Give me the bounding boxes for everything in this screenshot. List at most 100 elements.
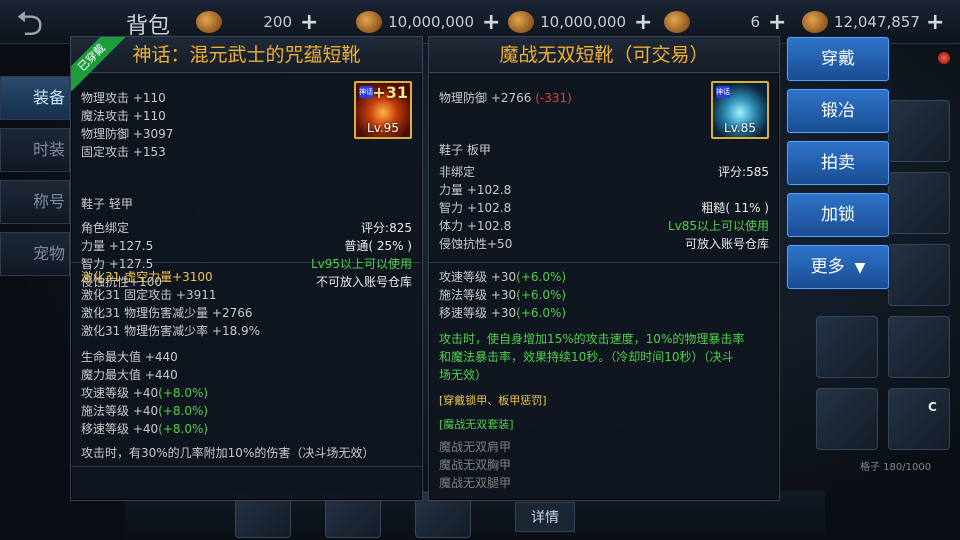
currency-spoon: 200 + [196,10,318,35]
gem-icon [664,11,690,33]
item-level: Lv.85 [724,121,756,135]
stat-line: 侵蚀抗性+50 [439,237,513,251]
effect-line: 场无效） [439,368,488,382]
inventory-slot[interactable] [888,100,950,162]
add-currency-button[interactable]: + [634,10,652,35]
more-label: 更多 [810,257,845,277]
item-score: 评分:585 [718,165,769,179]
item-title: 魔战无双短靴（可交易） [429,37,779,73]
stat-row: 智力 +102.8 粗糙( 11% ) [439,199,769,217]
compare-item-tooltip: 魔战无双短靴（可交易） 神话 Lv.85 物理防御 +2766 (-331) 鞋… [428,36,780,501]
notification-dot [938,52,950,64]
stat-row: 侵蚀抗性+50 可放入账号仓库 [439,235,769,253]
currency-value: 12,047,857 [834,13,920,31]
effect-section: 攻速等级 +30(+6.0%) 施法等级 +30(+6.0%) 移速等级 +30… [429,263,779,496]
bonus-percent: (+8.0%) [158,404,209,418]
inventory-slot[interactable] [888,244,950,306]
tab-equipment[interactable]: 装备 [0,76,70,120]
extra-line: 施法等级 +40(+8.0%) [81,404,209,418]
enhance-line: 激化31 虚空力量+3100 [81,270,213,284]
enhance-line: 激化31 固定攻击 +3911 [81,288,217,302]
currency-value: 200 [263,13,292,31]
add-currency-button[interactable]: + [926,10,944,35]
enhance-line: 激化31 物理伤害减少量 +2766 [81,306,253,320]
bind-status: 角色绑定 [81,221,130,235]
bind-row: 非绑定 评分:585 [439,163,769,181]
level-requirement: Lv85以上可以使用 [667,219,769,233]
base-section: 神话 +31 Lv.95 物理攻击 +110 魔法攻击 +110 物理防御 +3… [71,73,422,289]
extra-line: 移速等级 +40(+8.0%) [81,422,209,436]
stat-line: 力量 +102.8 [439,183,512,197]
stat-line: 物理防御 +2766 (-331) [439,91,572,105]
stat-row: 力量 +102.8 [439,181,769,199]
effect-line: 攻击时，使自身增加15%的攻击速度，10%的物理暴击率 [439,332,745,346]
stat-diff: (-331) [535,91,572,105]
extra-line: 攻速等级 +40(+8.0%) [81,386,209,400]
detail-button[interactable]: 详情 [515,502,575,532]
inventory-slot[interactable] [816,388,878,450]
stat-row: 力量 +127.5 普通( 25% ) [81,237,412,255]
stat-line: 体力 +102.8 [439,219,512,233]
item-title: 神话：混元武士的咒蕴短靴 [71,37,422,73]
extra-line: 魔力最大值 +440 [81,368,178,382]
storage-rule: 可放入账号仓库 [684,237,769,251]
set-name: [魔战无双套装] [439,418,514,431]
add-currency-button[interactable]: + [482,10,500,35]
effect-line: 和魔法暴击率，效果持续10秒。（冷却时间10秒）（决斗 [439,350,734,364]
speed-line: 移速等级 +30(+6.0%) [439,306,567,320]
forge-button[interactable]: 锻冶 [787,89,889,133]
quality-text: 普通( 25% ) [344,239,412,253]
gold-pot-icon [508,11,534,33]
inventory-slot[interactable] [888,316,950,378]
tab-pet[interactable]: 宠物 [0,232,70,276]
currency-gold: 10,000,000 + [356,10,500,35]
auction-button[interactable]: 拍卖 [787,141,889,185]
extra-line: 生命最大值 +440 [81,350,178,364]
more-button[interactable]: 更多 ▼ [787,245,889,289]
add-currency-button[interactable]: + [300,10,318,35]
base-section: 神话 Lv.85 物理防御 +2766 (-331) 鞋子 板甲 非绑定 评分:… [429,73,779,263]
tab-fashion[interactable]: 时装 [0,128,70,172]
bind-row: 角色绑定 评分:825 [81,219,412,237]
coin-stack-icon [802,11,828,33]
inventory-capacity: 格子 180/1000 [860,462,932,473]
currency-value: 10,000,000 [388,13,474,31]
bonus-percent: (+8.0%) [158,422,209,436]
enhance-line: 激化31 物理伤害减少率 +18.9% [81,324,261,338]
stat-line: 固定攻击 +153 [81,145,166,159]
set-piece: 魔战无双腿甲 [439,476,512,490]
effect-line: 攻击时，有30%的几率附加10%的伤害（决斗场无效） [81,446,375,460]
stat-line: 力量 +127.5 [81,239,154,253]
equipped-item-tooltip: 已穿戴 神话：混元武士的咒蕴短靴 神话 +31 Lv.95 物理攻击 +110 … [70,36,423,501]
stat-line: 物理防御 +3097 [81,127,174,141]
quality-text: 粗糙( 11% ) [701,201,769,215]
currency-coins: 12,047,857 + [802,10,944,35]
stat-line: 魔法攻击 +110 [81,109,166,123]
stat-line: 物理攻击 +110 [81,91,166,105]
set-piece: 魔战无双胸甲 [439,458,512,472]
inventory-slot[interactable] [888,172,950,234]
set-piece: 魔战无双肩甲 [439,440,512,454]
penalty-tag: [穿戴锁甲、板甲惩罚] [439,394,547,407]
dropdown-arrow-icon: ▼ [854,260,866,276]
c-label: C [928,400,937,414]
currency-value: 6 [750,13,760,31]
enhance-section: 激化31 虚空力量+3100 激化31 固定攻击 +3911 激化31 物理伤害… [71,263,422,467]
tab-title[interactable]: 称号 [0,180,70,224]
stat-row: 体力 +102.8 Lv85以上可以使用 [439,217,769,235]
bonus-percent: (+6.0%) [516,306,567,320]
currency-gold-pot: 10,000,000 + [508,10,652,35]
inventory-slot[interactable] [888,388,950,450]
lock-button[interactable]: 加锁 [787,193,889,237]
bonus-percent: (+6.0%) [516,288,567,302]
bonus-percent: (+6.0%) [516,270,567,284]
inventory-slot[interactable] [816,316,878,378]
stat-line: 智力 +102.8 [439,201,512,215]
item-type: 鞋子 轻甲 [81,197,133,211]
item-type: 鞋子 板甲 [439,143,491,157]
gold-coin-icon [356,11,382,33]
bonus-percent: (+8.0%) [158,386,209,400]
equip-button[interactable]: 穿戴 [787,37,889,81]
speed-line: 施法等级 +30(+6.0%) [439,288,567,302]
add-currency-button[interactable]: + [768,10,786,35]
